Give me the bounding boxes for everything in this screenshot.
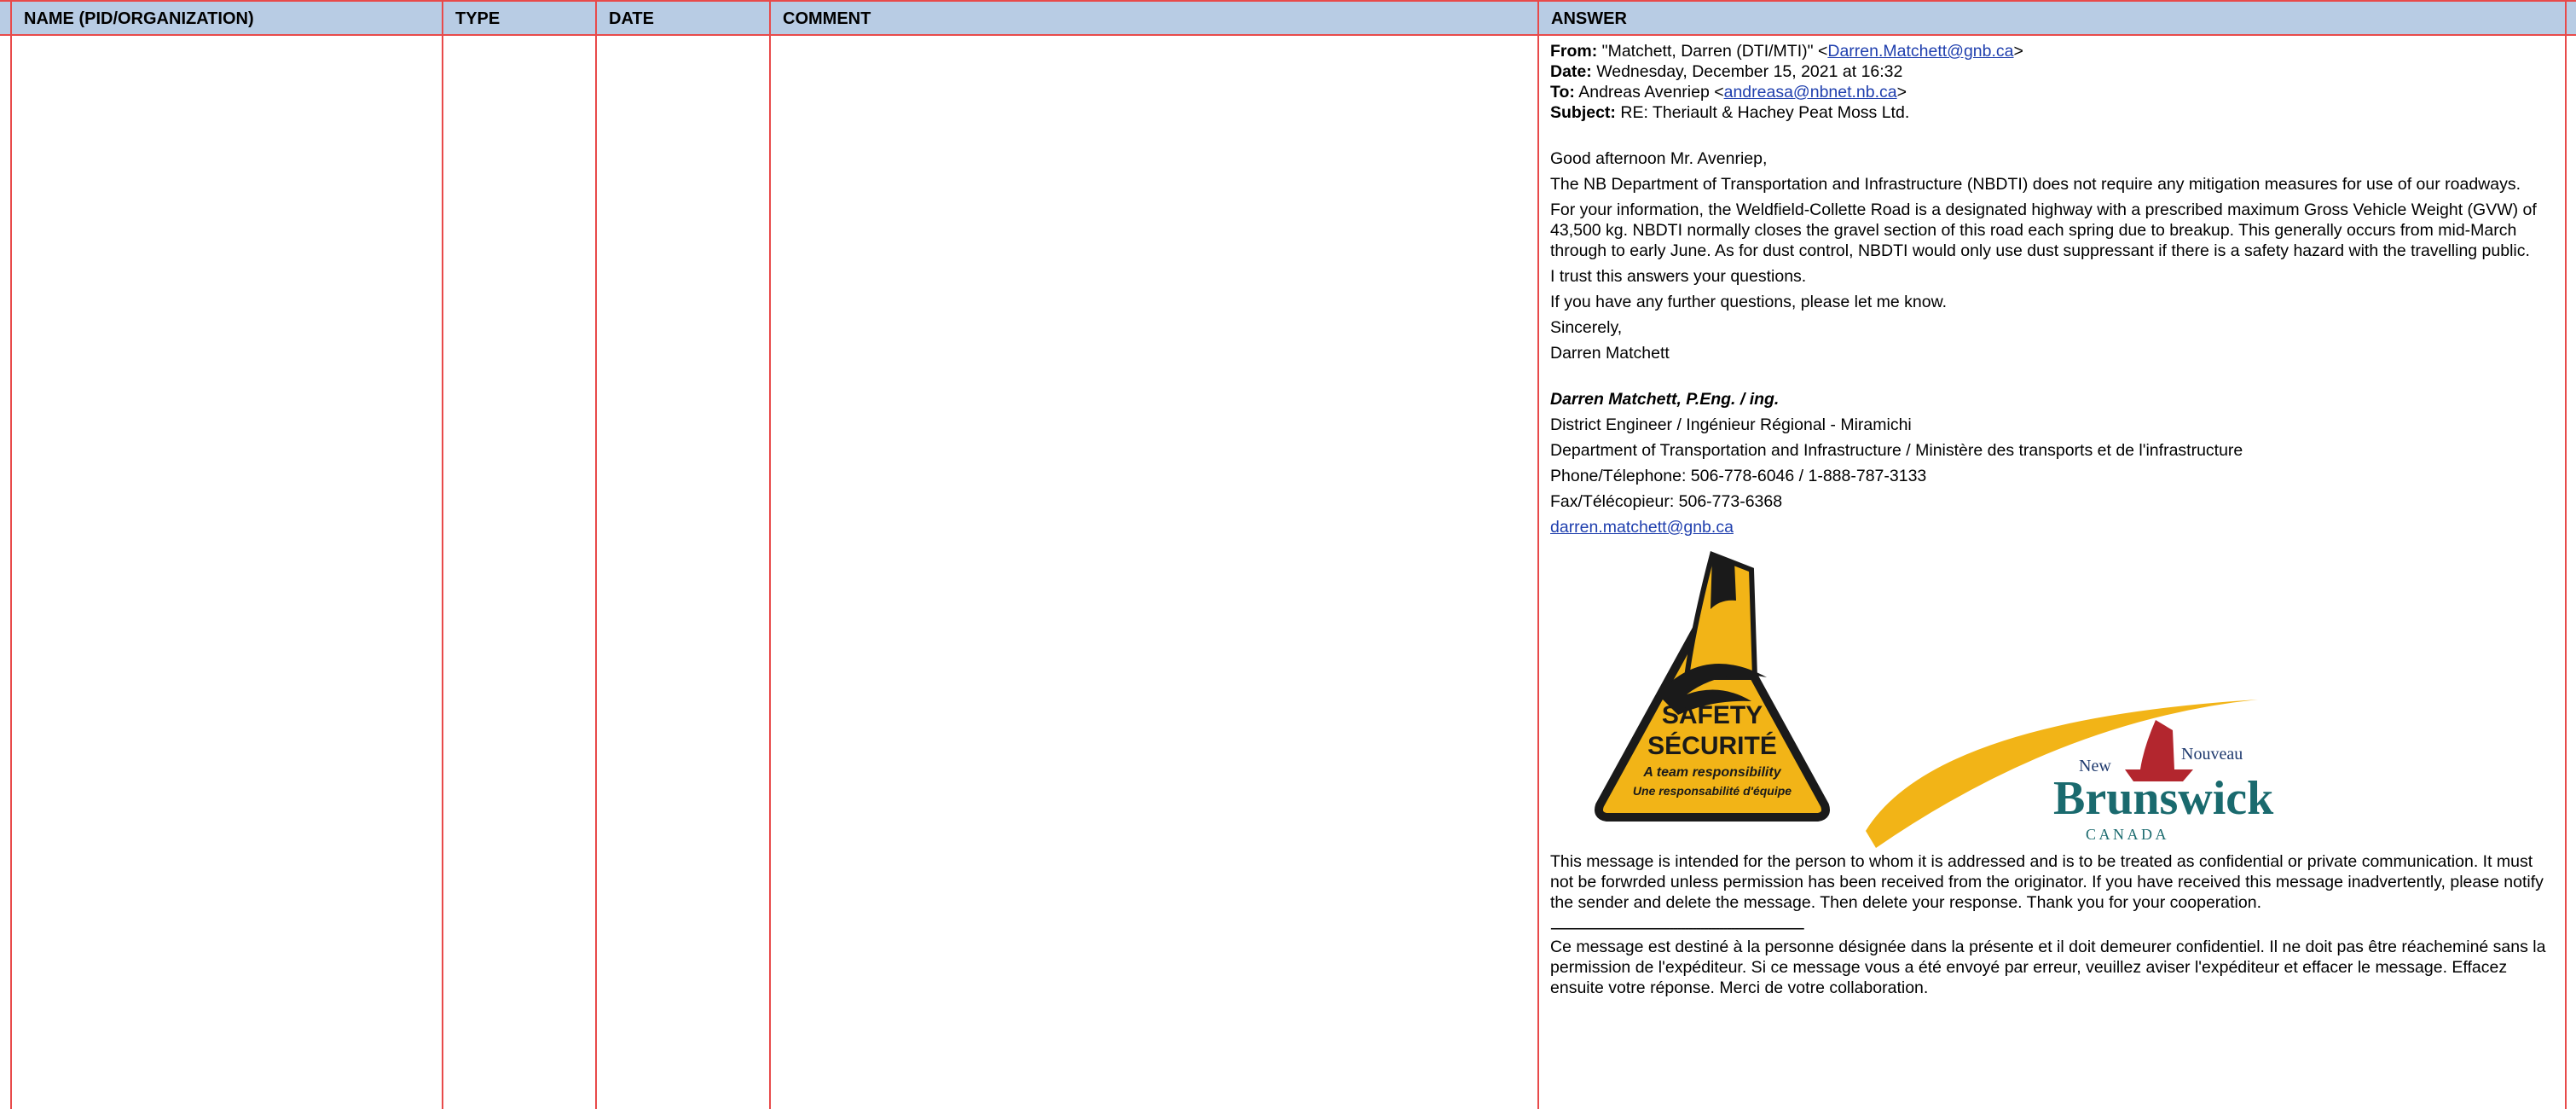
signature-logos: SAFETY SÉCURITÉ A team responsibility Un… (1550, 549, 2318, 848)
disclaimer-french: Ce message est destiné à la personne dés… (1550, 938, 2546, 997)
nb-canada: C A N A D A (2086, 826, 2167, 843)
signature-name: Darren Matchett, P.Eng. / ing. (1550, 390, 1780, 409)
disclaimer-separator: ----------------------------------------… (1550, 919, 1805, 938)
to-close: > (1896, 83, 1907, 102)
header-divider-3 (769, 0, 771, 36)
from-close: > (2013, 42, 2023, 61)
subject-label: Subject: (1550, 103, 1616, 122)
column-divider-name-type (442, 0, 443, 1109)
column-header-comment: COMMENT (783, 9, 871, 28)
email-subject-line: Subject: RE: Theriault & Hachey Peat Mos… (1550, 102, 2556, 123)
nb-name: Brunswick (2053, 772, 2274, 825)
header-divider-2 (595, 0, 597, 36)
body-paragraph-2: For your information, the Weldfield-Coll… (1550, 200, 2537, 260)
date-label: Date: (1550, 62, 1592, 81)
column-header-answer: ANSWER (1551, 9, 1627, 28)
column-divider-right-edge (2565, 0, 2567, 1109)
body-signoff-name: Darren Matchett (1550, 344, 1670, 363)
signature-title: District Engineer / Ingénieur Régional -… (1550, 415, 1912, 434)
subject-value: RE: Theriault & Hachey Peat Moss Ltd. (1620, 103, 1910, 122)
signature-fax: Fax/Télécopieur: 506-773-6368 (1550, 492, 1783, 511)
from-email-link[interactable]: Darren.Matchett@gnb.ca (1827, 42, 2013, 61)
header-divider-0 (10, 0, 12, 36)
email-date-line: Date: Wednesday, December 15, 2021 at 16… (1550, 61, 2556, 82)
signature-email: darren.matchett@gnb.ca (1550, 517, 2556, 537)
body-greeting: Good afternoon Mr. Avenriep, (1550, 149, 1768, 168)
to-label: To: (1550, 83, 1575, 102)
nb-nouveau: Nouveau (2181, 745, 2243, 764)
header-divider-4 (1537, 0, 1539, 36)
column-header-date: DATE (609, 9, 654, 28)
safety-line-3: A team responsibility (1642, 765, 1781, 780)
column-header-type: TYPE (455, 9, 501, 28)
safety-line-1: SAFETY (1662, 701, 1763, 729)
from-value: "Matchett, Darren (DTI/MTI)" < (1601, 42, 1828, 61)
header-divider-5 (2565, 0, 2567, 36)
column-divider-left-edge (10, 0, 12, 1109)
from-label: From: (1550, 42, 1598, 61)
column-divider-date-comment (769, 0, 771, 1109)
column-divider-comment-answer (1537, 0, 1539, 1109)
date-value: Wednesday, December 15, 2021 at 16:32 (1596, 62, 1903, 81)
body-paragraph-1: The NB Department of Transportation and … (1550, 175, 2521, 194)
body-closing: Sincerely, (1550, 318, 1623, 337)
body-paragraph-3: I trust this answers your questions. (1550, 267, 1807, 286)
disclaimer-english: This message is intended for the person … (1550, 852, 2544, 912)
column-divider-type-date (595, 0, 597, 1109)
email-from-line: From: "Matchett, Darren (DTI/MTI)" <Darr… (1550, 41, 2556, 61)
nb-canada-logo: New Nouveau Brunswick C A N A D A (1866, 700, 2274, 848)
to-value: Andreas Avenriep < (1578, 83, 1724, 102)
signature-email-link[interactable]: darren.matchett@gnb.ca (1550, 518, 1734, 537)
table-header-row: NAME (PID/ORGANIZATION) TYPE DATE COMMEN… (0, 0, 2576, 36)
safety-line-2: SÉCURITÉ (1647, 731, 1777, 760)
nb-ship-icon (2140, 720, 2174, 769)
signature-phone: Phone/Télephone: 506-778-6046 / 1-888-78… (1550, 467, 1927, 485)
header-divider-1 (442, 0, 443, 36)
answer-cell: From: "Matchett, Darren (DTI/MTI)" <Darr… (1550, 41, 2556, 998)
signature-department: Department of Transportation and Infrast… (1550, 441, 2243, 460)
safety-logo: SAFETY SÉCURITÉ A team responsibility Un… (1595, 550, 1830, 822)
safety-line-4: Une responsabilité d'équipe (1633, 784, 1792, 798)
to-email-link[interactable]: andreasa@nbnet.nb.ca (1724, 83, 1897, 102)
email-to-line: To: Andreas Avenriep <andreasa@nbnet.nb.… (1550, 82, 2556, 102)
column-header-name: NAME (PID/ORGANIZATION) (24, 9, 254, 28)
body-paragraph-4: If you have any further questions, pleas… (1550, 293, 1948, 311)
